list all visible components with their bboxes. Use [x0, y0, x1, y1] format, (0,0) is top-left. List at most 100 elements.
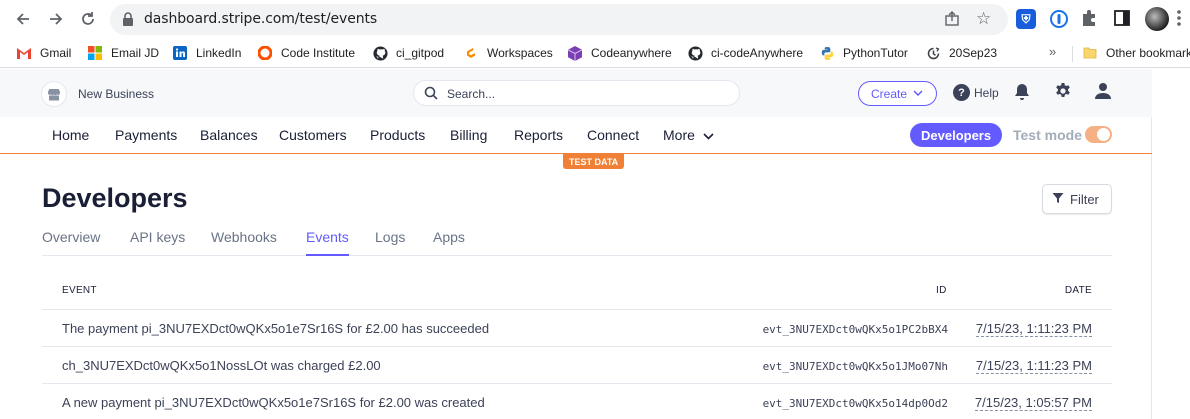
bookmarks-bar: Gmail Email JD LinkedIn Code Institute c… — [0, 38, 1190, 68]
code-institute-icon — [257, 45, 273, 61]
bookmark-label: Email JD — [111, 46, 160, 60]
test-mode-toggle[interactable] — [1085, 126, 1112, 143]
help-icon: ? — [953, 84, 970, 101]
gmail-icon — [16, 45, 32, 61]
event-date[interactable]: 7/15/23, 1:11:23 PM — [975, 358, 1092, 374]
github-icon — [687, 45, 703, 61]
bookmarks-divider — [1072, 46, 1073, 62]
browser-menu-icon[interactable] — [1176, 9, 1190, 29]
test-data-badge: TEST DATA — [563, 154, 625, 169]
bookmark-20sep23[interactable]: 20Sep23 — [925, 43, 997, 63]
bookmark-label: 20Sep23 — [949, 46, 998, 60]
account-person-icon[interactable] — [1094, 82, 1112, 105]
bookmark-label: ci-codeAnywhere — [711, 46, 804, 60]
bookmark-label: Code Institute — [281, 46, 356, 60]
column-header-event: EVENT — [62, 285, 97, 296]
bookmark-pythontutor[interactable]: PythonTutor — [819, 43, 908, 63]
filter-label: Filter — [1070, 191, 1099, 207]
bitwarden-extension-icon[interactable]: ⛨ — [1016, 9, 1036, 29]
profile-avatar[interactable] — [1145, 7, 1169, 31]
bookmark-label: Other bookmarks — [1106, 46, 1190, 60]
filter-funnel-icon — [1052, 192, 1064, 207]
reload-icon[interactable] — [77, 8, 99, 30]
address-bar[interactable]: dashboard.stripe.com/test/events ☆ — [110, 4, 1008, 35]
tab-api-keys[interactable]: API keys — [130, 229, 185, 256]
business-name[interactable]: New Business — [78, 87, 154, 101]
bookmarks-overflow-button[interactable]: » — [1049, 44, 1056, 59]
event-id: evt_3NU7EXDct0wQKx5o14dp0Od2 — [762, 397, 948, 410]
nav-home[interactable]: Home — [52, 127, 89, 143]
bookmark-label: LinkedIn — [196, 46, 242, 60]
tab-webhooks[interactable]: Webhooks — [211, 229, 277, 256]
notifications-bell-icon[interactable] — [1014, 83, 1030, 106]
password-manager-extension-icon[interactable] — [1049, 9, 1069, 29]
bookmark-email-jd[interactable]: Email JD — [87, 43, 159, 63]
table-row[interactable]: The payment pi_3NU7EXDct0wQKx5o1e7Sr16S … — [42, 309, 1112, 346]
tab-logs[interactable]: Logs — [375, 229, 405, 256]
tab-overview[interactable]: Overview — [42, 229, 100, 256]
tab-apps[interactable]: Apps — [433, 229, 465, 256]
bookmark-star-icon[interactable]: ☆ — [976, 9, 991, 29]
create-button[interactable]: Create — [858, 81, 937, 106]
nav-customers[interactable]: Customers — [279, 127, 347, 143]
gitpod-icon — [463, 45, 479, 61]
help-label: Help — [974, 85, 999, 100]
side-panel-icon[interactable] — [1113, 9, 1133, 29]
chevron-down-icon — [913, 88, 923, 99]
bookmark-codeanywhere[interactable]: Codeanywhere — [567, 43, 672, 63]
bookmark-ci-codeanywhere[interactable]: ci-codeAnywhere — [687, 43, 803, 63]
clock-icon — [925, 45, 941, 61]
nav-products[interactable]: Products — [370, 127, 425, 143]
column-header-date: DATE — [1064, 285, 1092, 296]
back-icon[interactable] — [12, 8, 34, 30]
other-bookmarks-folder[interactable]: Other bookmarks — [1082, 43, 1190, 63]
page-title: Developers — [42, 183, 188, 213]
browser-toolbar: dashboard.stripe.com/test/events ☆ ⛨ — [0, 0, 1190, 38]
developers-button[interactable]: Developers — [910, 123, 1003, 147]
bookmark-ci-gitpod[interactable]: ci_gitpod — [372, 43, 444, 63]
nav-connect[interactable]: Connect — [587, 127, 639, 143]
forward-icon[interactable] — [45, 8, 67, 30]
url-text[interactable]: dashboard.stripe.com/test/events — [144, 11, 377, 27]
chevron-down-icon — [703, 129, 714, 143]
microsoft-icon — [87, 45, 103, 61]
create-label: Create — [871, 86, 908, 101]
extensions-puzzle-icon[interactable] — [1080, 9, 1100, 29]
folder-icon — [1082, 45, 1098, 61]
nav-payments[interactable]: Payments — [115, 127, 177, 143]
github-icon — [372, 45, 388, 61]
table-row[interactable]: A new payment pi_3NU7EXDct0wQKx5o1e7Sr16… — [42, 383, 1112, 419]
stripe-dashboard: New Business Search... Create ? Help Hom… — [0, 69, 1152, 419]
dashboard-topbar: New Business Search... Create ? Help — [0, 69, 1152, 117]
bookmark-label: PythonTutor — [843, 46, 908, 60]
bookmark-gmail[interactable]: Gmail — [16, 43, 71, 63]
developer-tabs: Overview API keys Webhooks Events Logs A… — [42, 229, 1112, 256]
search-input[interactable]: Search... — [413, 80, 740, 106]
share-icon[interactable] — [944, 11, 960, 32]
nav-billing[interactable]: Billing — [450, 127, 487, 143]
linkedin-icon — [172, 45, 188, 61]
bookmark-code-institute[interactable]: Code Institute — [257, 43, 355, 63]
lock-icon[interactable] — [122, 12, 134, 31]
event-date[interactable]: 7/15/23, 1:05:57 PM — [974, 395, 1092, 411]
filter-button[interactable]: Filter — [1042, 184, 1112, 214]
nav-balances[interactable]: Balances — [200, 127, 258, 143]
event-description: The payment pi_3NU7EXDct0wQKx5o1e7Sr16S … — [62, 321, 490, 336]
bookmark-linkedin[interactable]: LinkedIn — [172, 43, 241, 63]
main-navigation: Home Payments Balances Customers Product… — [0, 117, 1152, 154]
search-placeholder: Search... — [447, 87, 496, 101]
settings-gear-icon[interactable] — [1054, 82, 1072, 105]
nav-more[interactable]: More — [663, 127, 714, 143]
search-icon — [424, 86, 438, 105]
nav-reports[interactable]: Reports — [514, 127, 563, 143]
nav-more-label: More — [663, 127, 695, 143]
business-store-icon[interactable] — [41, 81, 67, 107]
python-icon — [819, 45, 835, 61]
tab-events[interactable]: Events — [306, 229, 349, 256]
table-row[interactable]: ch_3NU7EXDct0wQKx5o1NossLOt was charged … — [42, 346, 1112, 383]
column-header-id: ID — [936, 285, 947, 296]
toggle-knob — [1097, 128, 1110, 141]
bookmark-workspaces[interactable]: Workspaces — [463, 43, 553, 63]
event-date[interactable]: 7/15/23, 1:11:23 PM — [975, 321, 1092, 337]
help-button[interactable]: ? Help — [953, 84, 999, 101]
